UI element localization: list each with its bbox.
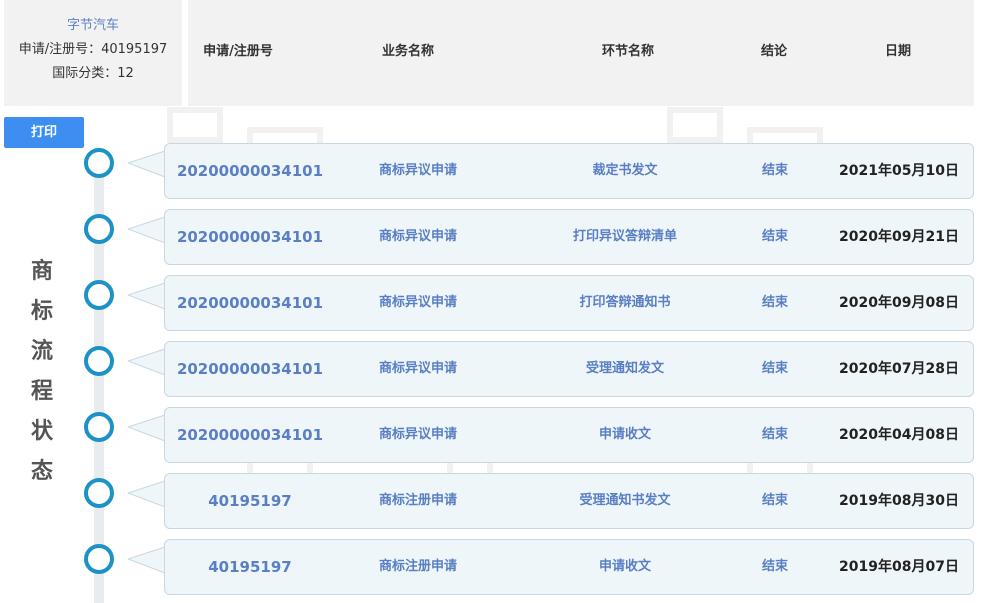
business-name: 商标异议申请 <box>378 229 457 244</box>
header-step-name: 环节名称 <box>601 44 654 59</box>
status-card: 20200000034101 商标异议申请 打印答辩通知书 结束 2020年09… <box>164 275 974 331</box>
timeline-row: 40195197 商标注册申请 受理通知书发文 结束 2019年08月30日 <box>0 473 982 529</box>
application-number: 20200000034101 <box>176 360 324 378</box>
timeline-node-icon <box>84 214 114 244</box>
result: 结束 <box>761 163 788 178</box>
card-pointer <box>128 282 166 310</box>
timeline-node-icon <box>84 346 114 376</box>
business-name: 商标异议申请 <box>378 163 457 178</box>
application-number: 20200000034101 <box>176 162 324 180</box>
timeline-row: 20200000034101 商标异议申请 裁定书发文 结束 2021年05月1… <box>0 143 982 199</box>
result: 结束 <box>761 559 788 574</box>
business-name: 商标注册申请 <box>378 493 457 508</box>
result: 结束 <box>761 229 788 244</box>
business-name: 商标注册申请 <box>378 559 457 574</box>
timeline-node-icon <box>84 148 114 178</box>
status-card: 20200000034101 商标异议申请 打印异议答辩清单 结束 2020年0… <box>164 209 974 265</box>
trademark-info-box: 字节汽车 申请/注册号：40195197 国际分类：12 <box>4 0 182 106</box>
step-name: 申请收文 <box>598 427 651 442</box>
step-name: 打印答辩通知书 <box>579 295 671 310</box>
business-name: 商标异议申请 <box>378 295 457 310</box>
timeline-node-icon <box>84 280 114 310</box>
card-pointer <box>128 546 166 574</box>
result: 结束 <box>761 295 788 310</box>
card-pointer <box>128 216 166 244</box>
application-number: 20200000034101 <box>176 294 324 312</box>
header-date: 日期 <box>884 44 911 59</box>
date: 2019年08月07日 <box>839 559 959 575</box>
date: 2021年05月10日 <box>839 163 959 179</box>
result: 结束 <box>761 493 788 508</box>
status-card: 20200000034101 商标异议申请 裁定书发文 结束 2021年05月1… <box>164 143 974 199</box>
status-card: 40195197 商标注册申请 受理通知书发文 结束 2019年08月30日 <box>164 473 974 529</box>
status-card: 40195197 商标注册申请 申请收文 结束 2019年08月07日 <box>164 539 974 595</box>
timeline-node-icon <box>84 544 114 574</box>
timeline-node-icon <box>84 478 114 508</box>
step-name: 申请收文 <box>598 559 651 574</box>
step-name: 裁定书发文 <box>592 163 658 178</box>
header-business-name: 业务名称 <box>381 44 434 59</box>
date: 2019年08月30日 <box>839 493 959 509</box>
business-name: 商标异议申请 <box>378 361 457 376</box>
application-number: 40195197 <box>208 558 292 576</box>
card-pointer <box>128 150 166 178</box>
date: 2020年07月28日 <box>839 361 959 377</box>
registration-number: 申请/注册号：40195197 <box>18 42 168 57</box>
status-card: 20200000034101 商标异议申请 申请收文 结束 2020年04月08… <box>164 407 974 463</box>
step-name: 受理通知书发文 <box>579 493 671 508</box>
step-name: 受理通知发文 <box>585 361 664 376</box>
date: 2020年09月08日 <box>839 295 959 311</box>
header-application-number: 申请/注册号 <box>203 44 273 59</box>
table-header: 申请/注册号 业务名称 环节名称 结论 日期 <box>188 0 974 106</box>
timeline-row: 20200000034101 商标异议申请 打印异议答辩清单 结束 2020年0… <box>0 209 982 265</box>
application-number: 40195197 <box>208 492 292 510</box>
result: 结束 <box>761 427 788 442</box>
timeline-row: 20200000034101 商标异议申请 申请收文 结束 2020年04月08… <box>0 407 982 463</box>
trademark-name[interactable]: 字节汽车 <box>4 14 182 38</box>
timeline-row: 40195197 商标注册申请 申请收文 结束 2019年08月07日 <box>0 539 982 595</box>
timeline-row: 20200000034101 商标异议申请 受理通知发文 结束 2020年07月… <box>0 341 982 397</box>
status-card: 20200000034101 商标异议申请 受理通知发文 结束 2020年07月… <box>164 341 974 397</box>
top-bar: 字节汽车 申请/注册号：40195197 国际分类：12 申请/注册号 业务名称… <box>0 0 982 108</box>
application-number: 20200000034101 <box>176 426 324 444</box>
header-result: 结论 <box>760 44 787 59</box>
card-pointer <box>128 480 166 508</box>
date: 2020年09月21日 <box>839 229 959 245</box>
date: 2020年04月08日 <box>839 427 959 443</box>
result: 结束 <box>761 361 788 376</box>
timeline-node-icon <box>84 412 114 442</box>
step-name: 打印异议答辩清单 <box>572 229 677 244</box>
business-name: 商标异议申请 <box>378 427 457 442</box>
card-pointer <box>128 348 166 376</box>
application-number: 20200000034101 <box>176 228 324 246</box>
timeline-row: 20200000034101 商标异议申请 打印答辩通知书 结束 2020年09… <box>0 275 982 331</box>
international-class: 国际分类：12 <box>52 66 134 81</box>
card-pointer <box>128 414 166 442</box>
